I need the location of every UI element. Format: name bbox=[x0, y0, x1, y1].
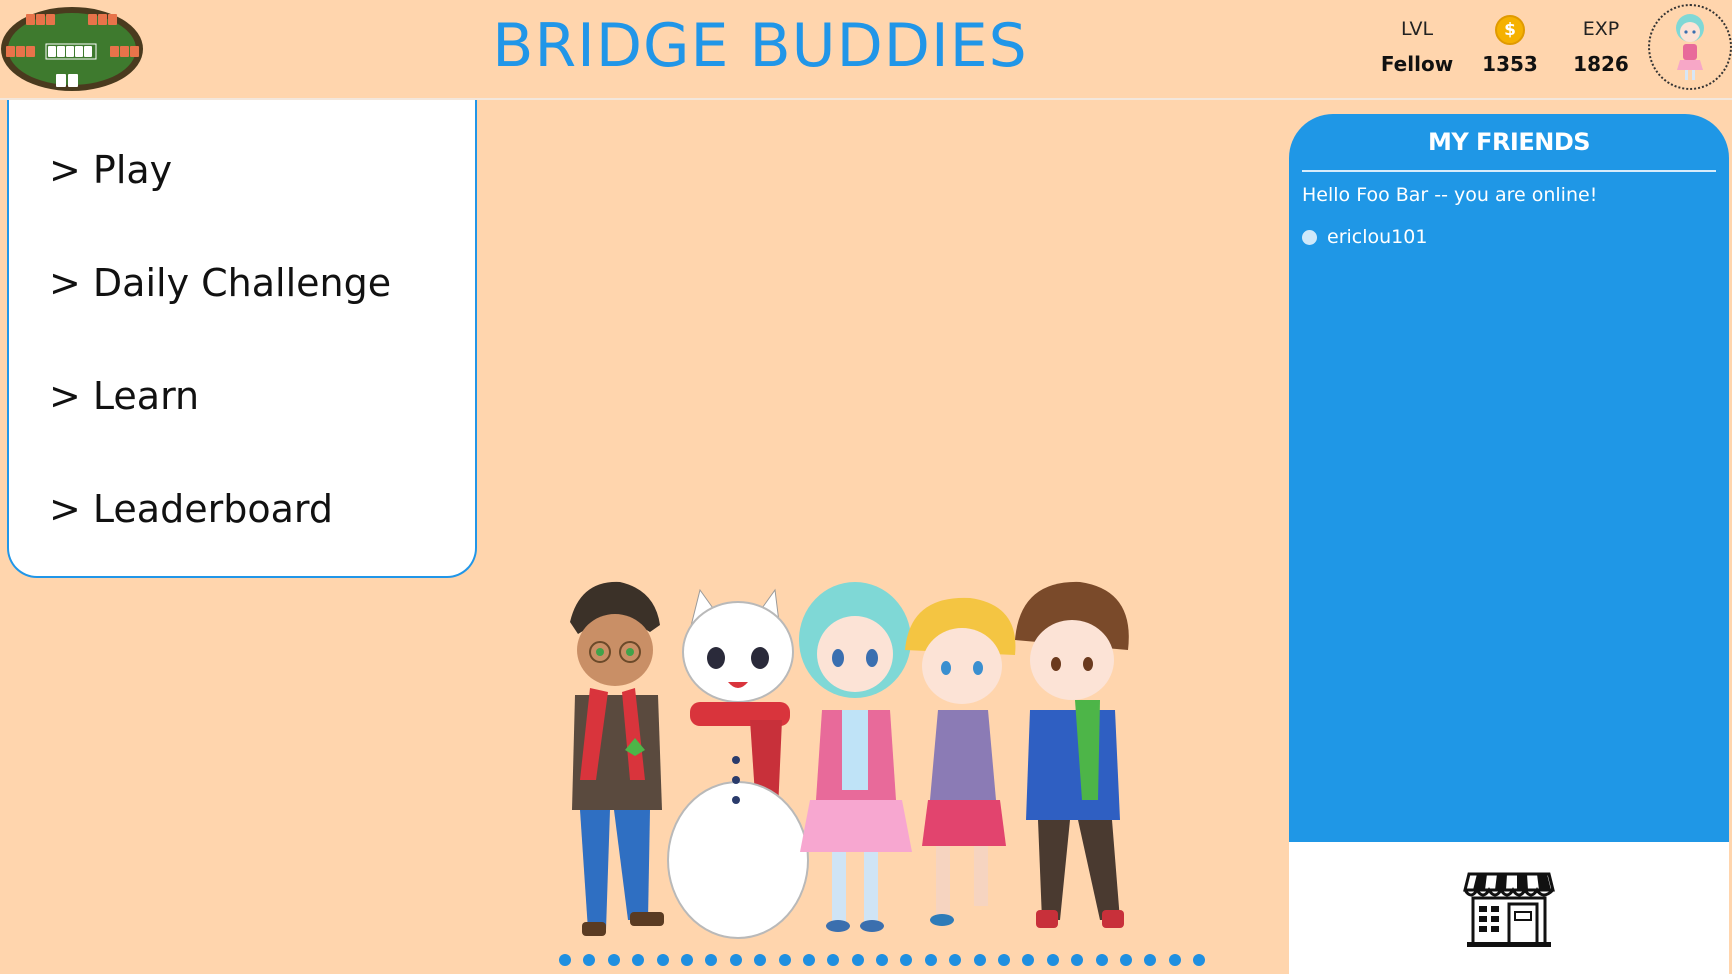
online-indicator-icon bbox=[1302, 229, 1317, 245]
carousel-dot[interactable] bbox=[1144, 954, 1157, 966]
carousel-dot[interactable] bbox=[876, 954, 889, 966]
exp-stat: EXP 1826 bbox=[1546, 14, 1656, 76]
avatar-icon[interactable] bbox=[1648, 4, 1732, 90]
carousel-dot[interactable] bbox=[680, 954, 693, 966]
carousel-dot[interactable] bbox=[583, 954, 596, 966]
menu-item-leaderboard[interactable]: > Leaderboard bbox=[49, 481, 333, 537]
carousel-dot[interactable] bbox=[705, 954, 718, 966]
carousel-dot[interactable] bbox=[802, 954, 815, 966]
menu-item-daily-challenge[interactable]: > Daily Challenge bbox=[49, 255, 391, 311]
shop-icon[interactable] bbox=[1463, 870, 1555, 948]
online-status-message: Hello Foo Bar -- you are online! bbox=[1302, 184, 1598, 206]
character-boy-glasses bbox=[570, 581, 664, 936]
carousel-dot[interactable] bbox=[924, 954, 937, 966]
exp-label: EXP bbox=[1582, 18, 1620, 40]
carousel-dot[interactable] bbox=[1193, 954, 1206, 966]
character-girl-blonde bbox=[905, 597, 1016, 926]
friend-name: ericlou101 bbox=[1327, 226, 1428, 248]
carousel-dot[interactable] bbox=[754, 954, 767, 966]
friends-title: MY FRIENDS bbox=[1427, 128, 1591, 156]
shop-area bbox=[1289, 842, 1729, 974]
carousel-dot[interactable] bbox=[1168, 954, 1181, 966]
friends-panel: MY FRIENDS Hello Foo Bar -- you are onli… bbox=[1289, 114, 1729, 842]
carousel-dot[interactable] bbox=[900, 954, 913, 966]
carousel-dots bbox=[559, 954, 1209, 968]
carousel-dot[interactable] bbox=[632, 954, 645, 966]
carousel-dot[interactable] bbox=[729, 954, 742, 966]
menu-item-learn[interactable]: > Learn bbox=[49, 368, 199, 424]
carousel-dot[interactable] bbox=[1071, 954, 1084, 966]
top-bar: BRIDGE BUDDIES LVL Fellow $ 1353 EXP 182… bbox=[0, 0, 1732, 100]
characters-illustration bbox=[550, 570, 1220, 950]
carousel-dot[interactable] bbox=[973, 954, 986, 966]
carousel-dot[interactable] bbox=[559, 954, 571, 966]
carousel-dot[interactable] bbox=[998, 954, 1011, 966]
app-title: BRIDGE BUDDIES bbox=[492, 11, 1028, 81]
carousel-dot[interactable] bbox=[1119, 954, 1132, 966]
friends-divider bbox=[1302, 170, 1716, 172]
coin-icon: $ bbox=[1495, 15, 1525, 45]
character-boy-brown-hair bbox=[1015, 581, 1129, 928]
carousel-dot[interactable] bbox=[827, 954, 840, 966]
menu-item-play[interactable]: > Play bbox=[49, 142, 172, 198]
carousel-dot[interactable] bbox=[949, 954, 962, 966]
main-menu: > Play > Daily Challenge > Learn > Leade… bbox=[7, 100, 477, 578]
carousel-dot[interactable] bbox=[1022, 954, 1035, 966]
character-girl-teal-hair bbox=[799, 582, 912, 932]
carousel-dot[interactable] bbox=[1046, 954, 1059, 966]
carousel-dot[interactable] bbox=[607, 954, 620, 966]
carousel-dot[interactable] bbox=[778, 954, 791, 966]
carousel-dot[interactable] bbox=[656, 954, 669, 966]
carousel-dot[interactable] bbox=[1095, 954, 1108, 966]
character-snowman-cat bbox=[667, 588, 809, 939]
friend-item[interactable]: ericlou101 bbox=[1302, 226, 1427, 248]
carousel-dot[interactable] bbox=[851, 954, 864, 966]
exp-value: 1826 bbox=[1573, 52, 1629, 76]
